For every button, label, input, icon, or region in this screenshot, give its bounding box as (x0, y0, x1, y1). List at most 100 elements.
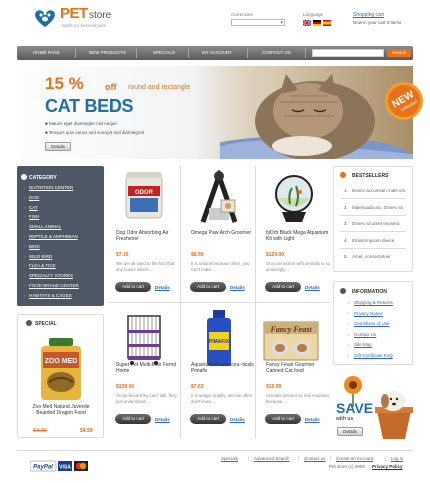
product-details-link[interactable]: Details (155, 417, 170, 422)
grid-divider (108, 302, 330, 303)
svg-text:PIMAFIX: PIMAFIX (209, 339, 230, 345)
nav-specials[interactable]: Specials (153, 50, 175, 55)
category-link[interactable]: Specialty Stores (29, 273, 73, 278)
product-image-groomer[interactable] (197, 168, 241, 226)
add-to-cart-button[interactable]: Add to cart (190, 414, 226, 424)
category-link[interactable]: Bird (29, 244, 40, 249)
product-image-air-freshener[interactable]: ODOR (124, 172, 164, 224)
chevron-down-icon: ▾ (280, 20, 283, 26)
nav-contact-us[interactable]: Contact Us (262, 50, 291, 55)
shopping-cart-link[interactable]: Shopping cart (353, 12, 384, 18)
product-image-pimafix[interactable]: PIMAFIX (201, 310, 237, 370)
nav-my-account[interactable]: My Account (202, 50, 232, 55)
category-bullet-icon (21, 174, 27, 180)
footer-separator: | (385, 456, 387, 461)
nav-divider (136, 48, 137, 58)
category-link[interactable]: Fish (29, 214, 39, 219)
category-link[interactable]: Food Brand Center (29, 283, 79, 288)
visa-text: VISA (59, 465, 71, 471)
copyright-text: Pet store (c) 2009 (329, 464, 365, 469)
category-link[interactable]: Nutrition Center (29, 185, 73, 190)
category-link[interactable]: Habitats & Cages (29, 293, 72, 298)
special-product-image[interactable]: ZOO MED (37, 338, 85, 402)
bestseller-link[interactable]: Amet, consectetuer (352, 254, 391, 259)
footer-link[interactable]: Create an Account (336, 456, 373, 461)
information-link[interactable]: Gift Certificate FAQ (354, 353, 393, 358)
bestseller-link[interactable]: Donec accumsan male ors (352, 188, 405, 193)
product-details-link[interactable]: Details (230, 285, 245, 290)
product-details-link[interactable]: Details (155, 285, 170, 290)
spain-flag-icon[interactable] (323, 20, 331, 26)
bestseller-divider (340, 198, 406, 199)
footer-divider (17, 450, 413, 451)
bestseller-link[interactable]: Donec sit amet enosera (352, 221, 400, 226)
bestsellers-bullet-icon (340, 172, 346, 178)
product-name[interactable]: Omega Paw Arch Groomer (191, 230, 257, 236)
bestseller-link[interactable]: Malesuada arc. Donec sit (352, 205, 403, 210)
nav-new-products[interactable]: New Products (89, 50, 126, 55)
add-to-cart-button[interactable]: Add to cart (115, 282, 151, 292)
category-arrow-icon: › (24, 194, 26, 200)
information-link[interactable]: Shipping & Returns (354, 300, 393, 305)
category-arrow-icon: › (24, 283, 26, 288)
information-link[interactable]: Contact Us (354, 332, 376, 337)
category-link[interactable]: Cat (29, 205, 38, 210)
product-description: It is unique quality, and we often don't… (191, 393, 253, 404)
add-to-cart-button[interactable]: Add to cart (265, 282, 301, 292)
add-to-cart-button[interactable]: Add to cart (265, 414, 301, 424)
info-arrow-icon: › (348, 300, 350, 305)
product-details-link[interactable]: Details (305, 417, 320, 422)
currency-select[interactable]: ▾ (231, 19, 285, 26)
add-to-cart-button[interactable]: Add to cart (115, 414, 151, 424)
product-price: $7.63 (191, 384, 204, 390)
product-name[interactable]: Fancy Feast Gourmet Canned Cat food (266, 362, 332, 374)
bestseller-rank: 4. (344, 237, 348, 243)
add-to-cart-button[interactable]: Add to cart (190, 282, 226, 292)
nav-home[interactable]: Home Page (33, 50, 60, 55)
germany-flag-icon[interactable] (313, 20, 321, 26)
footer-link[interactable]: Advanced Search (254, 456, 290, 461)
information-link[interactable]: Privacy Notice (354, 311, 383, 316)
bestseller-rank: 1. (344, 188, 348, 193)
product-name[interactable]: Dog Odor Absorbing Air Freshener (116, 230, 182, 242)
banner-details-button[interactable]: Details (45, 142, 71, 151)
save-details-button[interactable]: Details (337, 427, 363, 436)
product-details-link[interactable]: Details (230, 417, 245, 422)
category-link[interactable]: Flea & Tick (29, 263, 56, 268)
footer-link[interactable]: Specials (221, 456, 238, 461)
search-button[interactable]: Search (387, 49, 411, 57)
banner-subtitle: round and rectangle (128, 84, 191, 91)
information-link[interactable]: Site Map (354, 342, 372, 347)
special-product-name[interactable]: Zoo Med Natural Juvenile Bearded Dragon … (26, 404, 96, 416)
privacy-policy-link[interactable]: Privacy Policy (372, 464, 403, 469)
product-name[interactable]: Super Pet Multi-floor Ferret Home (116, 362, 182, 374)
new-collection-badge: NEW collection (384, 81, 424, 121)
information-link[interactable]: Conditions of Use (354, 321, 390, 326)
currency-label: Currencies (231, 12, 253, 17)
search-input[interactable] (312, 49, 384, 57)
product-details-link[interactable]: Details (305, 285, 320, 290)
product-image-aquarium[interactable] (274, 170, 314, 226)
category-arrow-icon: › (24, 234, 26, 239)
category-link[interactable]: Small Animal (29, 224, 61, 229)
product-price: $8.99 (191, 252, 204, 258)
svg-text:ZOO MED: ZOO MED (45, 358, 78, 365)
payment-logos: PayPal VISA (29, 460, 110, 472)
product-name[interactable]: biOrb Black Mega Aquarium Kit with Light (266, 230, 332, 242)
paw-logo-icon[interactable] (33, 6, 57, 28)
footer-link[interactable]: Log in (391, 456, 403, 461)
bestseller-link[interactable]: Etosenmpsum duece (352, 238, 394, 243)
bestseller-rank: 5. (344, 254, 348, 259)
category-link[interactable]: Reptile & Amphibian (29, 234, 78, 239)
uk-flag-icon[interactable] (302, 19, 312, 27)
footer-link[interactable]: Contact us (304, 456, 326, 461)
product-price: $139.00 (116, 384, 135, 390)
category-link[interactable]: Wild Bird (29, 254, 52, 259)
special-bullet-icon (26, 320, 32, 326)
logo-store-text[interactable]: store (89, 10, 111, 21)
category-link[interactable]: Dog (29, 195, 39, 200)
logo-pet-text[interactable]: PET (60, 5, 88, 22)
product-image-cat-food[interactable]: Fancy Feast (262, 316, 320, 364)
product-image-ferret-home[interactable] (124, 312, 164, 368)
product-name[interactable]: Aquarium Pharmaceu- ticals Pimafix (191, 362, 257, 374)
